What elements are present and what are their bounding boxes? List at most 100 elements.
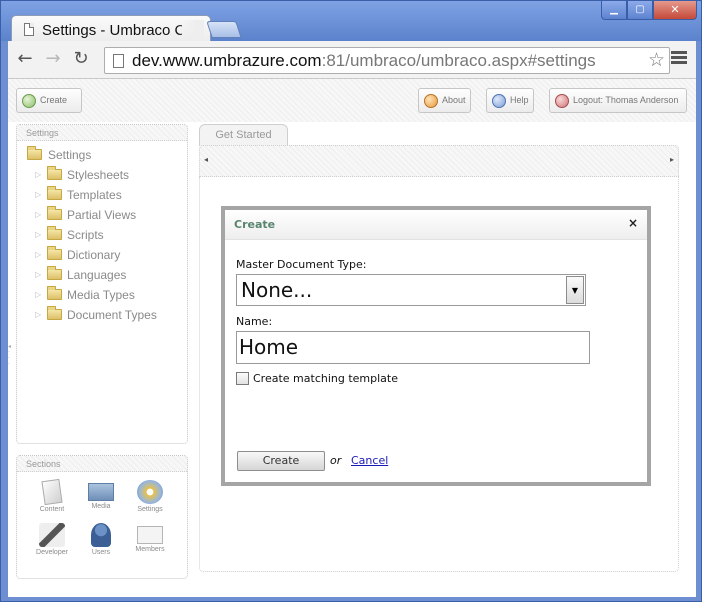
folder-icon xyxy=(47,306,62,320)
page-icon xyxy=(113,54,124,68)
page-icon xyxy=(24,23,34,36)
about-label: About xyxy=(442,95,466,105)
tree-item-label: Dictionary xyxy=(67,248,121,262)
section-users[interactable]: Users xyxy=(76,523,126,563)
tree-item-label: Languages xyxy=(67,268,127,282)
folder-icon xyxy=(47,186,62,200)
section-settings[interactable]: Settings xyxy=(125,480,175,520)
tree-item-label: Document Types xyxy=(67,308,157,322)
tree-item-document-types[interactable]: ▷ Document Types xyxy=(27,305,187,325)
tree-item-label: Stylesheets xyxy=(67,168,130,182)
tree-panel: Settings Settings ▷ Stylesheets ▷ Templa… xyxy=(16,124,188,444)
minimize-button[interactable]: ▁ xyxy=(601,1,627,20)
media-icon xyxy=(88,483,114,501)
folder-icon xyxy=(47,166,62,180)
help-button[interactable]: Help xyxy=(486,88,534,113)
dialog-header: Create × xyxy=(225,210,647,240)
name-label: Name: xyxy=(236,315,273,328)
forward-arrow-icon[interactable]: → xyxy=(42,49,64,71)
new-tab-button[interactable] xyxy=(206,21,242,38)
expand-arrow-icon[interactable]: ▷ xyxy=(35,225,41,245)
tab-scroller: ◂ ▸ xyxy=(199,145,679,177)
logout-button[interactable]: Logout: Thomas Anderson xyxy=(549,88,687,113)
logout-icon xyxy=(555,94,569,108)
cancel-link[interactable]: Cancel xyxy=(351,454,388,467)
address-bar[interactable]: dev.www.umbrazure.com:81/umbraco/umbraco… xyxy=(104,47,670,74)
expand-arrow-icon[interactable]: ▷ xyxy=(35,305,41,325)
maximize-button[interactable]: ▢ xyxy=(627,1,653,20)
scroll-left-arrow-icon[interactable]: ◂ xyxy=(204,155,208,164)
chevron-down-icon[interactable]: ▼ xyxy=(566,276,584,304)
developer-icon xyxy=(39,523,65,547)
back-arrow-icon[interactable]: ← xyxy=(14,49,36,71)
create-button[interactable]: Create xyxy=(237,451,325,471)
users-icon xyxy=(91,523,111,547)
expand-arrow-icon[interactable]: ▷ xyxy=(35,185,41,205)
expand-arrow-icon[interactable]: ▷ xyxy=(35,205,41,225)
tab-title: Settings - Umbraco CMS xyxy=(42,22,182,39)
folder-icon xyxy=(47,286,62,300)
tree-item-scripts[interactable]: ▷ Scripts xyxy=(27,225,187,245)
tree-root-settings[interactable]: Settings xyxy=(27,145,187,165)
tree-item-partial-views[interactable]: ▷ Partial Views xyxy=(27,205,187,225)
window-controls: ▁ ▢ ✕ xyxy=(601,1,697,20)
name-input[interactable]: Home xyxy=(236,331,590,364)
section-label: Media xyxy=(91,503,111,510)
sections-grid: Content Media Settings Developer Users M… xyxy=(17,472,187,582)
tree-item-label: Media Types xyxy=(67,288,135,302)
content-icon xyxy=(41,478,63,506)
expand-arrow-icon[interactable]: ▷ xyxy=(35,245,41,265)
expand-arrow-icon[interactable]: ▷ xyxy=(35,285,41,305)
create-icon xyxy=(22,94,36,108)
tree-item-label: Scripts xyxy=(67,228,104,242)
create-template-label[interactable]: Create matching template xyxy=(253,372,398,385)
create-template-checkbox[interactable] xyxy=(236,372,249,385)
tree-item-label: Templates xyxy=(67,188,122,202)
browser-tab[interactable]: Settings - Umbraco CMS xyxy=(11,15,211,43)
section-members[interactable]: Members xyxy=(125,523,175,563)
tree-item-languages[interactable]: ▷ Languages xyxy=(27,265,187,285)
expand-arrow-icon[interactable]: ▷ xyxy=(35,165,41,185)
tree-panel-header: Settings xyxy=(17,125,187,141)
scroll-right-arrow-icon[interactable]: ▸ xyxy=(670,155,674,164)
url-text: dev.www.umbrazure.com:81/umbraco/umbraco… xyxy=(132,51,596,71)
create-toolbar-label: Create xyxy=(40,95,68,105)
tree-item-stylesheets[interactable]: ▷ Stylesheets xyxy=(27,165,187,185)
reload-icon[interactable]: ↻ xyxy=(70,49,92,71)
tree-item-label: Partial Views xyxy=(67,208,137,222)
section-media[interactable]: Media xyxy=(76,480,126,520)
settings-tree: Settings ▷ Stylesheets ▷ Templates ▷ Par… xyxy=(17,141,187,325)
tree-item-dictionary[interactable]: ▷ Dictionary xyxy=(27,245,187,265)
section-label: Settings xyxy=(137,506,163,513)
panel-collapse-handle[interactable]: ◂ · · · xyxy=(8,344,14,374)
logout-label: Logout: Thomas Anderson xyxy=(573,95,679,105)
tree-root-label: Settings xyxy=(48,148,92,162)
create-toolbar-button[interactable]: Create xyxy=(16,88,82,113)
bookmark-star-icon[interactable]: ☆ xyxy=(648,49,665,71)
url-host: dev.www.umbrazure.com xyxy=(132,51,322,70)
title-bar: Settings - Umbraco CMS ▁ ▢ ✕ xyxy=(1,1,701,43)
expand-arrow-icon[interactable]: ▷ xyxy=(35,265,41,285)
tab-get-started[interactable]: Get Started xyxy=(199,124,288,146)
master-type-select[interactable]: None... ▼ xyxy=(236,274,586,306)
about-button[interactable]: About xyxy=(418,88,471,113)
tree-item-templates[interactable]: ▷ Templates xyxy=(27,185,187,205)
section-content[interactable]: Content xyxy=(27,478,77,520)
section-label: Content xyxy=(39,506,65,513)
help-label: Help xyxy=(510,95,529,105)
folder-icon xyxy=(47,226,62,240)
sections-panel-header: Sections xyxy=(17,456,187,472)
folder-icon xyxy=(27,146,42,160)
master-type-value: None... xyxy=(241,278,313,302)
browser-window: Settings - Umbraco CMS ▁ ▢ ✕ ← → ↻ dev.w… xyxy=(0,0,702,602)
section-developer[interactable]: Developer xyxy=(27,523,77,563)
close-window-button[interactable]: ✕ xyxy=(653,1,697,20)
settings-icon xyxy=(137,480,163,504)
master-type-label: Master Document Type: xyxy=(236,258,367,271)
close-icon[interactable]: × xyxy=(628,216,638,230)
folder-icon xyxy=(47,266,62,280)
section-label: Members xyxy=(135,546,165,553)
menu-icon[interactable] xyxy=(670,49,688,69)
tree-item-media-types[interactable]: ▷ Media Types xyxy=(27,285,187,305)
create-dialog: Create × Master Document Type: None... ▼… xyxy=(221,206,651,486)
